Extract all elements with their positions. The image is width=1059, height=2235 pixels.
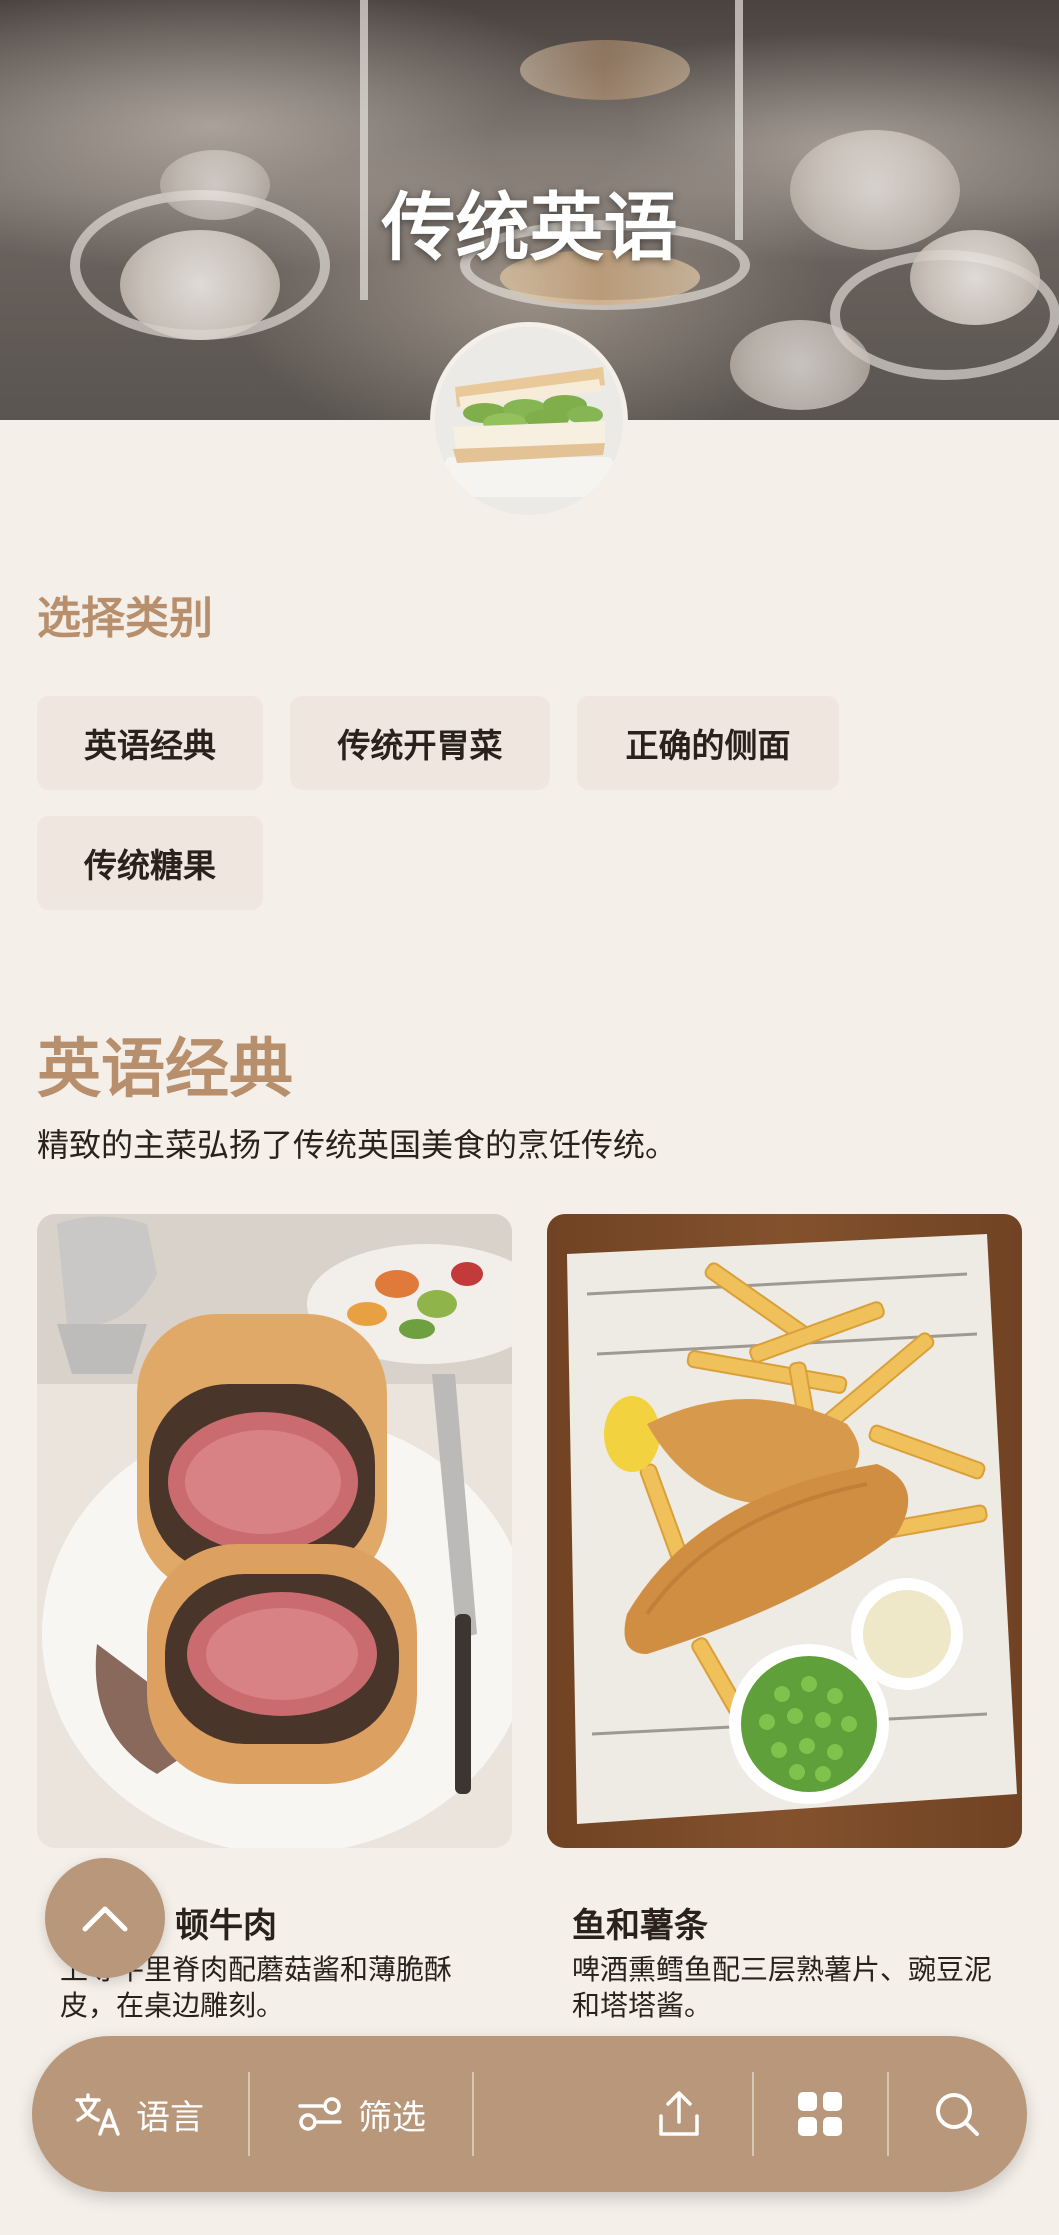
category-avatar	[430, 322, 628, 520]
chip-traditional-sweets[interactable]: 传统糖果	[37, 816, 263, 910]
translate-icon	[75, 2093, 120, 2136]
chip-traditional-starters[interactable]: 传统开胃菜	[290, 696, 550, 790]
grid-icon	[798, 2092, 842, 2136]
beef-wellington-image[interactable]	[37, 1214, 512, 1848]
chip-english-classics[interactable]: 英语经典	[37, 696, 263, 790]
page-title: 传统英语	[381, 185, 678, 271]
fish-and-chips-image[interactable]	[547, 1214, 1022, 1848]
category-description: 精致的主菜弘扬了传统英国美食的烹饪传统。	[37, 1126, 678, 1164]
filter-button[interactable]: 筛选	[296, 2036, 426, 2192]
bottom-toolbar: 语言 筛选	[32, 2036, 1027, 2192]
grid-view-button[interactable]	[796, 2036, 844, 2192]
language-button[interactable]: 语言	[74, 2036, 204, 2192]
search-button[interactable]	[933, 2036, 981, 2192]
filter-icon	[298, 2097, 342, 2131]
search-icon	[936, 2093, 979, 2136]
card-title-fish-and-chips[interactable]: 鱼和薯条	[572, 1898, 708, 1947]
toolbar-divider	[752, 2072, 754, 2156]
language-label: 语言	[136, 2097, 204, 2138]
share-icon	[659, 2091, 699, 2136]
chip-proper-sides[interactable]: 正确的侧面	[577, 696, 839, 790]
scroll-top-button[interactable]	[45, 1858, 165, 1978]
category-title: 英语经典	[37, 1033, 293, 1107]
toolbar-divider	[887, 2072, 889, 2156]
cakes-decor	[520, 40, 690, 100]
sandwich-image	[435, 327, 623, 515]
toolbar-divider	[248, 2072, 250, 2156]
chevron-up-icon	[82, 1906, 128, 1932]
select-category-label: 选择类别	[37, 593, 213, 644]
teacup-decor	[730, 320, 870, 410]
filter-label: 筛选	[358, 2097, 426, 2138]
share-button[interactable]	[656, 2036, 702, 2192]
card-description-fish-and-chips: 啤酒熏鳕鱼配三层熟薯片、豌豆泥和塔塔酱。	[572, 1953, 993, 2022]
toolbar-divider	[472, 2072, 474, 2156]
